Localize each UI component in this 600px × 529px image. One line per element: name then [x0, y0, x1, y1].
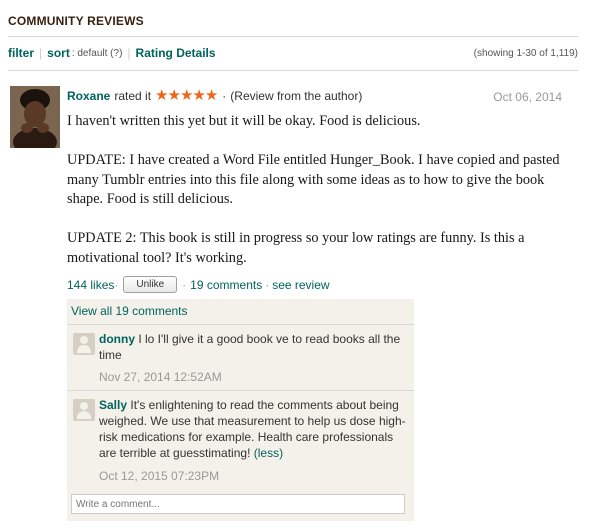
author-note: (Review from the author): [230, 88, 363, 103]
review-actions: 144 likes · Unlike · 19 comments · see r…: [67, 276, 330, 293]
divider: [8, 70, 578, 71]
separator-dot: ·: [222, 88, 227, 103]
comment-date[interactable]: Nov 27, 2014 12:52AM: [99, 370, 222, 384]
comments-panel: View all 19 comments donny I lo I'll giv…: [67, 299, 414, 521]
comment-body: I lo I'll give it a good book ve to read…: [99, 332, 401, 362]
review-text: I haven't written this yet but it will b…: [67, 112, 567, 288]
showing-count: (showing 1-30 of 1,119): [473, 48, 578, 59]
comment-author[interactable]: donny: [99, 332, 135, 346]
review-paragraph: UPDATE: I have created a Word File entit…: [67, 152, 560, 207]
comment-date[interactable]: Oct 12, 2015 07:23PM: [99, 469, 219, 483]
reviewer-name[interactable]: Roxane: [67, 89, 110, 103]
comments-link[interactable]: 19 comments: [190, 278, 262, 292]
unlike-button[interactable]: Unlike: [123, 276, 178, 293]
review-paragraph: I haven't written this yet but it will b…: [67, 113, 421, 129]
separator: |: [39, 46, 43, 60]
separator: |: [127, 46, 131, 60]
filter-bar: filter | sort : default (?) | Rating Det…: [8, 46, 216, 60]
reviewer-avatar[interactable]: [10, 86, 60, 148]
see-review-link[interactable]: see review: [272, 278, 329, 292]
comment-author[interactable]: Sally: [99, 398, 127, 412]
divider: [8, 36, 578, 37]
sort-link[interactable]: sort: [47, 46, 70, 60]
comment-input[interactable]: [71, 494, 405, 514]
review-paragraph: UPDATE 2: This book is still in progress…: [67, 230, 525, 266]
filter-link[interactable]: filter: [8, 46, 34, 60]
less-link[interactable]: (less): [254, 446, 283, 460]
separator-dot: ·: [265, 277, 270, 292]
review-date[interactable]: Oct 06, 2014: [493, 90, 562, 104]
review-header: Roxane rated it ★★★★★ · (Review from the…: [67, 88, 362, 103]
user-icon[interactable]: [73, 333, 95, 355]
section-title: COMMUNITY REVIEWS: [8, 14, 144, 28]
likes-count-link[interactable]: 144 likes: [67, 278, 114, 292]
separator-dot: ·: [114, 277, 119, 292]
comment-item: donny I lo I'll give it a good book ve t…: [67, 324, 414, 390]
comment-text: Sally It's enlightening to read the comm…: [99, 397, 409, 461]
rating-stars: ★★★★★: [155, 87, 218, 104]
view-all-comments-link[interactable]: View all 19 comments: [71, 304, 188, 318]
user-icon[interactable]: [73, 399, 95, 421]
comment-item: Sally It's enlightening to read the comm…: [67, 390, 414, 487]
sort-value[interactable]: : default (?): [72, 48, 123, 59]
rating-details-link[interactable]: Rating Details: [136, 46, 216, 60]
rated-text: rated it: [114, 88, 152, 103]
separator-dot: ·: [182, 277, 187, 292]
comment-text: donny I lo I'll give it a good book ve t…: [99, 331, 409, 363]
comment-body: It's enlightening to read the comments a…: [99, 398, 406, 460]
